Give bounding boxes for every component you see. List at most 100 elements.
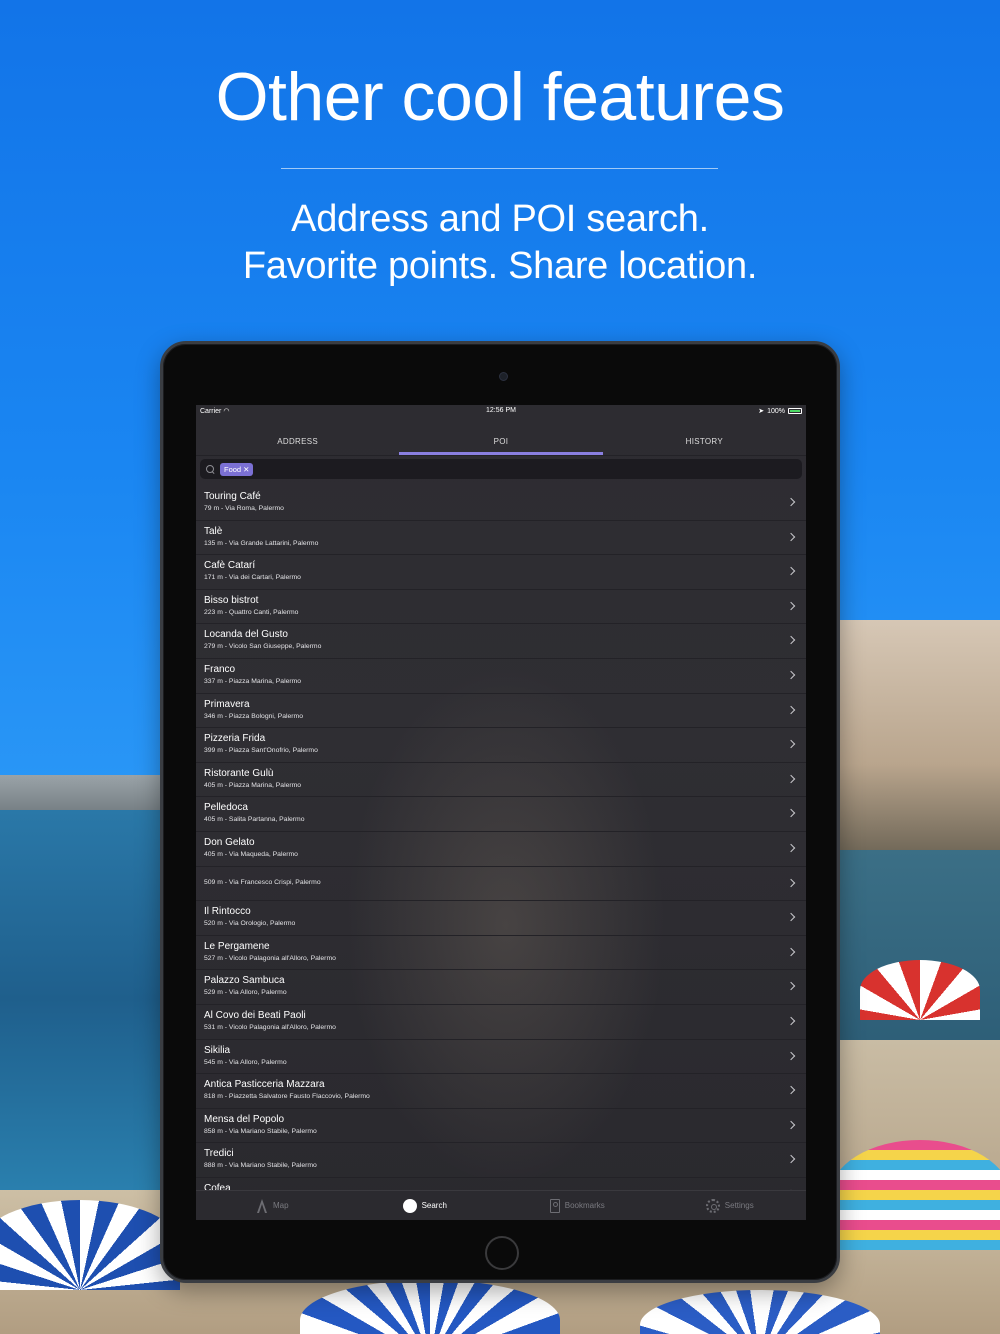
sea-image-left bbox=[0, 810, 170, 1230]
chevron-right-icon bbox=[786, 636, 796, 645]
list-item[interactable]: Franco 337 m - Piazza Marina, Palermo bbox=[196, 659, 806, 694]
search-icon bbox=[206, 464, 215, 474]
umbrella-image bbox=[830, 1140, 1000, 1250]
poi-distance-address: 858 m - Via Mariano Stabile, Palermo bbox=[204, 1127, 317, 1135]
poi-name: Ristorante Gulù bbox=[204, 767, 274, 779]
poi-distance-address: 135 m - Via Grande Lattarini, Palermo bbox=[204, 539, 319, 547]
chevron-right-icon bbox=[786, 532, 796, 541]
list-item[interactable]: Locanda del Gusto 279 m - Vicolo San Gius… bbox=[196, 624, 806, 659]
chevron-right-icon bbox=[786, 1085, 796, 1095]
chevron-right-icon bbox=[786, 878, 796, 887]
poi-name: Franco bbox=[204, 663, 236, 675]
poi-results-list: Touring Café 79 m - Via Roma, Palermo Talè… bbox=[196, 486, 806, 1213]
list-item[interactable]: Al Covo dei Beati Paoli 531 m - Vicolo Pa… bbox=[196, 1005, 806, 1040]
poi-name: Antica Pasticceria Mazzara bbox=[204, 1079, 325, 1091]
search-input[interactable]: Food ✕ bbox=[200, 459, 802, 479]
battery-percent: 100% bbox=[767, 407, 785, 415]
poi-name: Il Rintocco bbox=[204, 906, 251, 918]
chevron-right-icon bbox=[786, 601, 796, 611]
list-item[interactable]: Palazzo Sambuca 529 m - Via Alloro, Paler… bbox=[196, 970, 806, 1005]
nav-bookmarks-label: Bookmarks bbox=[564, 1201, 605, 1210]
close-icon[interactable]: ✕ bbox=[243, 465, 249, 474]
list-item[interactable]: Mensa del Popolo 858 m - Via Mariano Stab… bbox=[196, 1109, 806, 1144]
poi-name: Locanda del Gusto bbox=[204, 629, 288, 641]
location-arrow-icon: ➤ bbox=[758, 408, 765, 415]
home-button[interactable] bbox=[485, 1236, 519, 1270]
search-mode-tabs: ADDRESS POI HISTORY bbox=[196, 427, 806, 455]
list-item[interactable]: Pelledoca 405 m - Salita Partanna, Palerm… bbox=[196, 797, 806, 832]
umbrella-image bbox=[0, 1200, 180, 1290]
chevron-right-icon bbox=[786, 1051, 796, 1060]
hero-subtitle-line1: Address and POI search. bbox=[291, 198, 709, 240]
list-item[interactable]: Il Rintocco 520 m - Via Orologio, Palermo bbox=[196, 901, 806, 936]
nav-settings[interactable]: Settings bbox=[654, 1191, 807, 1220]
nav-search-label: Search bbox=[421, 1201, 447, 1210]
list-item[interactable]: Talè 135 m - Via Grande Lattarini, Palerm… bbox=[196, 521, 806, 556]
chevron-right-icon bbox=[786, 912, 796, 922]
poi-distance-address: 545 m - Via Alloro, Palermo bbox=[204, 1058, 287, 1066]
poi-name: Pelledoca bbox=[204, 802, 248, 814]
bottom-tab-bar: Map Search Bookmarks Settings bbox=[196, 1190, 806, 1220]
status-time: 12:56 PM bbox=[486, 407, 516, 414]
list-item[interactable]: Le Pergamene 527 m - Vicolo Palagonia all… bbox=[196, 936, 806, 971]
tab-history[interactable]: HISTORY bbox=[603, 427, 806, 455]
tab-poi-label: POI bbox=[493, 437, 509, 446]
list-item[interactable]: Don Gelato 405 m - Via Maqueda, Palermo bbox=[196, 832, 806, 867]
hero-divider bbox=[281, 168, 718, 169]
nav-settings-label: Settings bbox=[724, 1201, 754, 1210]
list-item[interactable]: Primavera 346 m - Piazza Bologni, Palermo bbox=[196, 694, 806, 729]
list-item[interactable]: Pizzeria Frida 399 m - Piazza Sant'Onofri… bbox=[196, 728, 806, 763]
chevron-right-icon bbox=[786, 809, 796, 818]
chevron-right-icon bbox=[786, 947, 796, 956]
poi-distance-address: 346 m - Piazza Bologni, Palermo bbox=[204, 712, 303, 720]
list-item[interactable]: Bisso bistrot 223 m - Quattro Canti, Pale… bbox=[196, 590, 806, 625]
poi-distance-address: 405 m - Piazza Marina, Palermo bbox=[204, 781, 302, 789]
chevron-right-icon bbox=[786, 843, 796, 853]
chevron-right-icon bbox=[786, 982, 796, 991]
nav-map[interactable]: Map bbox=[196, 1191, 349, 1220]
status-bar: Carrier ◠ 12:56 PM ➤ 100% bbox=[196, 405, 806, 417]
umbrella-image bbox=[860, 960, 980, 1020]
chevron-right-icon bbox=[786, 739, 796, 749]
tab-poi[interactable]: POI bbox=[399, 427, 603, 455]
poi-distance-address: 405 m - Salita Partanna, Palermo bbox=[204, 816, 305, 824]
poi-distance-address: 171 m - Via dei Cartari, Palermo bbox=[204, 574, 301, 582]
poi-distance-address: 509 m - Via Francesco Crispi, Palermo bbox=[204, 878, 321, 886]
list-item[interactable]: Sikilia 545 m - Via Alloro, Palermo bbox=[196, 1040, 806, 1075]
chevron-right-icon bbox=[786, 1016, 796, 1026]
list-item[interactable]: Antica Pasticceria Mazzara 818 m - Piazze… bbox=[196, 1074, 806, 1109]
poi-distance-address: 279 m - Vicolo San Giuseppe, Palermo bbox=[204, 643, 322, 651]
category-filter-chip[interactable]: Food ✕ bbox=[220, 462, 254, 476]
list-item[interactable]: Tredici 888 m - Via Mariano Stabile, Pale… bbox=[196, 1143, 806, 1178]
list-item[interactable]: Cafè Catarí 171 m - Via dei Cartari, Pale… bbox=[196, 555, 806, 590]
list-item[interactable]: Ristorante Gulù 405 m - Piazza Marina, Pa… bbox=[196, 763, 806, 798]
chevron-right-icon bbox=[786, 670, 796, 680]
poi-distance-address: 337 m - Piazza Marina, Palermo bbox=[204, 677, 302, 685]
list-item[interactable]: 509 m - Via Francesco Crispi, Palermo bbox=[196, 867, 806, 902]
poi-name: Bisso bistrot bbox=[204, 594, 259, 606]
gear-icon bbox=[705, 1198, 720, 1213]
chevron-right-icon bbox=[786, 1155, 796, 1164]
chevron-right-icon bbox=[786, 1120, 796, 1129]
search-icon bbox=[402, 1198, 417, 1213]
tablet-frame: Carrier ◠ 12:56 PM ➤ 100% ADDRESS POI HI… bbox=[160, 341, 840, 1283]
list-item[interactable]: Touring Café 79 m - Via Roma, Palermo bbox=[196, 486, 806, 521]
tab-history-label: HISTORY bbox=[685, 437, 723, 446]
poi-distance-address: 527 m - Vicolo Palagonia all'Alloro, Pal… bbox=[204, 954, 336, 962]
hero-title: Other cool features bbox=[215, 59, 785, 135]
poi-name: Talè bbox=[204, 525, 223, 537]
poi-distance-address: 531 m - Vicolo Palagonia all'Alloro, Pal… bbox=[204, 1023, 336, 1031]
app-screen: Carrier ◠ 12:56 PM ➤ 100% ADDRESS POI HI… bbox=[196, 405, 806, 1220]
bookmarks-icon bbox=[549, 1198, 560, 1213]
nav-search[interactable]: Search bbox=[349, 1191, 502, 1220]
front-camera bbox=[499, 372, 508, 381]
town-image bbox=[835, 620, 1000, 860]
nav-bookmarks[interactable]: Bookmarks bbox=[501, 1191, 654, 1220]
poi-name: Mensa del Popolo bbox=[204, 1113, 285, 1125]
tab-address[interactable]: ADDRESS bbox=[196, 427, 399, 455]
poi-distance-address: 888 m - Via Mariano Stabile, Palermo bbox=[204, 1162, 317, 1170]
nav-map-label: Map bbox=[272, 1201, 289, 1210]
poi-name: Palazzo Sambuca bbox=[204, 975, 285, 987]
poi-name: Tredici bbox=[204, 1148, 234, 1160]
poi-name: Don Gelato bbox=[204, 836, 255, 848]
